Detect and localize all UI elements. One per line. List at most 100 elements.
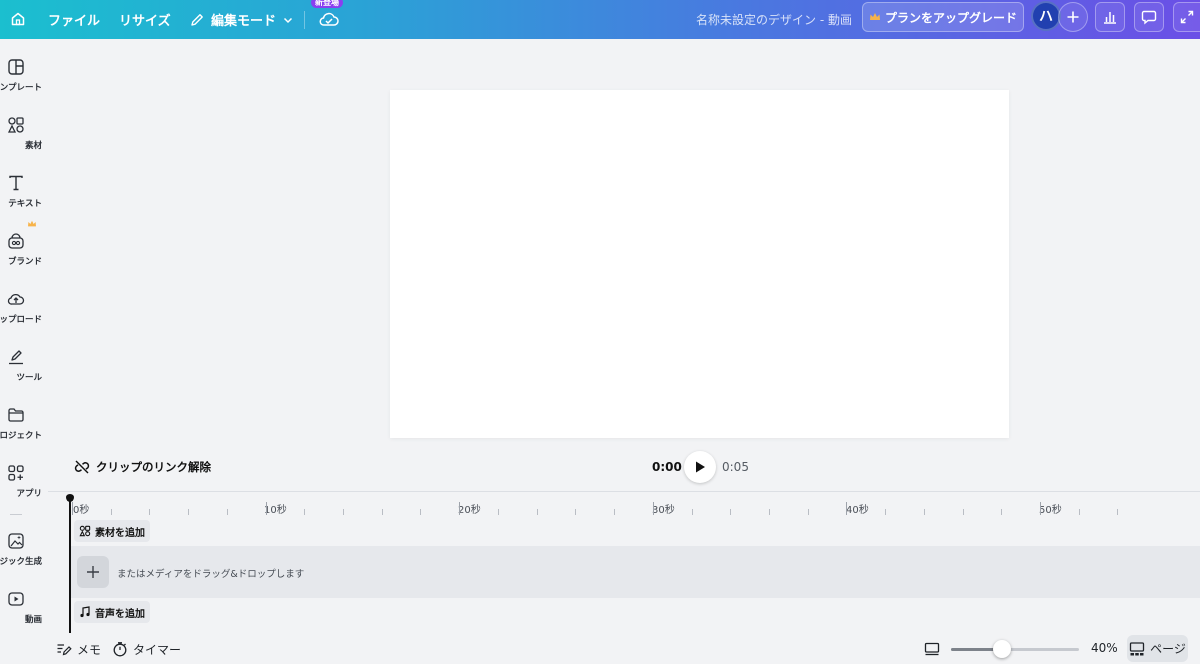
ruler-tick: [575, 509, 577, 515]
add-audio-button[interactable]: 音声を追加: [74, 601, 150, 623]
sidebar-item-label: ジック生成: [0, 557, 42, 567]
play-icon: [696, 461, 705, 473]
magic-media-icon: [6, 531, 26, 551]
sidebar-item-magic-media[interactable]: ジック生成: [0, 531, 48, 581]
home-icon: [11, 12, 25, 26]
add-media-button[interactable]: [77, 556, 109, 588]
play-button[interactable]: [684, 451, 716, 483]
add-elements-label: 素材を追加: [95, 527, 145, 539]
notes-button[interactable]: メモ: [56, 639, 101, 659]
fullscreen-button[interactable]: [1173, 2, 1200, 32]
add-audio-label: 音声を追加: [95, 608, 145, 620]
sidebar-item-projects[interactable]: ロジェクト: [0, 405, 48, 455]
sidebar-divider: [10, 514, 22, 515]
bar-chart-icon: [1104, 12, 1116, 24]
top-bar: ファイル リサイズ 編集モード 新登場 名称未設定のデザイン - 動画 プランを…: [0, 0, 1200, 39]
ruler-label: 0秒: [73, 505, 90, 516]
ruler-tick: [885, 509, 887, 515]
playhead[interactable]: [69, 497, 71, 633]
sidebar-item-label: ツール: [16, 373, 42, 383]
resize-menu[interactable]: リサイズ: [119, 0, 171, 39]
ruler-tick: [691, 509, 693, 515]
zoom-percentage[interactable]: 40%: [1091, 641, 1118, 655]
insights-button[interactable]: [1095, 2, 1125, 32]
ruler-tick: [1040, 502, 1041, 515]
ruler-tick: [614, 509, 616, 515]
ruler-tick: [768, 509, 770, 515]
sidebar: ンプレート 素材 テキスト ブランド ップロード ツール ロジェクト アプリ ジ…: [0, 39, 48, 664]
file-menu[interactable]: ファイル: [48, 0, 100, 39]
save-status-button[interactable]: [318, 9, 340, 29]
page-view-toggle[interactable]: [924, 639, 940, 659]
edit-mode-label: 編集モード: [211, 14, 277, 29]
notes-icon: [57, 644, 72, 656]
chevron-down-icon: [283, 17, 293, 23]
ruler-tick: [381, 509, 383, 515]
ruler-tick: [846, 502, 848, 515]
template-icon: [6, 57, 26, 77]
timeline-ruler[interactable]: 0秒 10秒 20秒 30秒 40秒 50秒: [48, 492, 1200, 516]
elements-icon: [6, 115, 26, 135]
upgrade-button[interactable]: プランをアップグレード: [862, 2, 1024, 32]
sidebar-item-uploads[interactable]: ップロード: [0, 289, 48, 339]
draw-icon: [6, 347, 26, 367]
sidebar-item-draw[interactable]: ツール: [0, 347, 48, 397]
sidebar-item-brand[interactable]: ブランド: [0, 220, 48, 281]
ruler-tick: [1078, 509, 1080, 515]
drop-hint: またはメディアをドラッグ&ドロップします: [117, 569, 305, 580]
ruler-tick: [188, 509, 190, 515]
unlink-clips-button[interactable]: クリップのリンク解除: [74, 457, 211, 477]
upgrade-label: プランをアップグレード: [884, 10, 1017, 25]
expand-icon: [1180, 10, 1194, 24]
home-button[interactable]: [7, 8, 29, 30]
ruler-tick: [226, 509, 228, 515]
design-title[interactable]: 名称未設定のデザイン - 動画: [696, 0, 852, 39]
crown-icon: [869, 13, 880, 20]
text-icon: [6, 173, 26, 193]
sidebar-item-apps[interactable]: アプリ: [0, 463, 48, 513]
comment-icon: [1141, 10, 1157, 25]
design-canvas-page[interactable]: [390, 90, 1009, 438]
pages-button[interactable]: ページ: [1127, 635, 1188, 662]
sidebar-item-label: ロジェクト: [0, 431, 42, 441]
zoom-slider-track[interactable]: [951, 648, 1079, 651]
elements-icon: [79, 525, 91, 537]
total-duration: 0:05: [722, 460, 749, 474]
add-collaborator-button[interactable]: [1058, 2, 1088, 32]
unlink-label: クリップのリンク解除: [96, 460, 211, 474]
sidebar-item-text[interactable]: テキスト: [0, 173, 48, 223]
premium-crown-icon: [28, 220, 36, 227]
edit-mode-menu[interactable]: 編集モード: [189, 0, 294, 39]
plus-icon: [1067, 11, 1079, 23]
ruler-tick: [536, 509, 538, 515]
media-drop-zone[interactable]: またはメディアをドラッグ&ドロップします: [71, 546, 1200, 598]
ruler-tick: [1001, 509, 1003, 515]
bottom-bar: メモ タイマー 40% ページ: [48, 633, 1200, 664]
add-elements-button[interactable]: 素材を追加: [74, 520, 150, 542]
sidebar-item-videos[interactable]: 動画: [0, 589, 48, 639]
cloud-check-icon: [319, 12, 339, 26]
ruler-tick: [459, 502, 461, 515]
brand-icon: [6, 231, 26, 251]
sidebar-item-templates[interactable]: ンプレート: [0, 57, 48, 107]
ruler-tick: [923, 509, 925, 515]
zoom-slider-handle[interactable]: [993, 640, 1012, 658]
ruler-tick: [304, 509, 306, 515]
sidebar-item-label: ップロード: [0, 315, 42, 325]
current-time: 0:00: [652, 460, 682, 474]
ruler-tick: [1117, 509, 1119, 515]
pages-icon: [1129, 641, 1145, 655]
upload-icon: [6, 289, 26, 309]
ruler-tick: [652, 502, 654, 515]
topbar-divider: [304, 11, 305, 29]
timer-button[interactable]: タイマー: [112, 639, 181, 659]
ruler-tick: [149, 509, 151, 515]
ruler-label: 10秒: [264, 505, 287, 516]
sidebar-item-elements[interactable]: 素材: [0, 115, 48, 165]
ruler-tick: [962, 509, 964, 515]
comments-button[interactable]: [1134, 2, 1164, 32]
plus-icon: [87, 566, 99, 578]
avatar[interactable]: ハ: [1031, 1, 1061, 31]
timer-icon: [113, 642, 127, 657]
ruler-label: 40秒: [846, 505, 869, 516]
